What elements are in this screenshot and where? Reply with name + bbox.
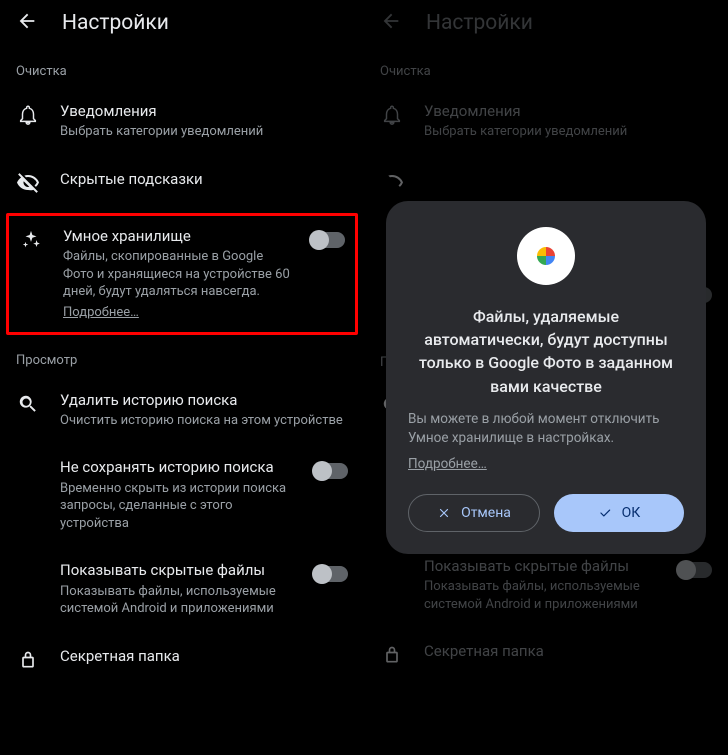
bell-icon: [380, 103, 404, 127]
row-notifications: Уведомления Выбрать категории уведомлени…: [364, 87, 728, 155]
dialog-body: Вы можете в любой момент отключить Умное…: [408, 410, 684, 453]
row-notifications[interactable]: Уведомления Выбрать категории уведомлени…: [0, 87, 364, 155]
dialog: Файлы, удаляемые автоматически, будут до…: [386, 201, 706, 554]
dialog-link[interactable]: Подробнее…: [408, 456, 487, 472]
secret-folder-title: Секретная папка: [60, 646, 348, 666]
dialog-title: Файлы, удаляемые автоматически, будут до…: [408, 301, 684, 410]
row-no-save-search[interactable]: Не сохранять историю поиска Временно скр…: [0, 443, 364, 546]
screen-right: Настройки Очистка Уведомления Выбрать ка…: [364, 0, 728, 755]
bell-icon: [16, 103, 40, 127]
clear-search-sub: Очистить историю поиска на этом устройст…: [60, 412, 348, 430]
clear-search-title: Удалить историю поиска: [60, 390, 348, 410]
spacer-icon: [380, 558, 404, 582]
row-show-hidden: Показывать скрытые файлы Показывать файл…: [364, 542, 728, 627]
show-hidden-sub: Показывать файлы, используемые системой …: [424, 578, 658, 613]
spacer-icon: [16, 459, 40, 483]
hidden-hints-title: Скрытые подсказки: [60, 169, 348, 189]
google-photos-logo: [408, 221, 684, 301]
highlight-smart-storage: Умное хранилище Файлы, скопированные в G…: [6, 213, 358, 335]
show-hidden-title: Показывать скрытые файлы: [424, 556, 658, 576]
page-title: Настройки: [426, 11, 533, 35]
notifications-title: Уведомления: [424, 101, 712, 121]
eye-off-icon: [16, 171, 40, 195]
section-cleanup-header: Очистка: [364, 50, 728, 87]
ok-button[interactable]: ОК: [554, 494, 684, 532]
row-hidden-hints[interactable]: Скрытые подсказки: [0, 155, 364, 209]
dialog-actions: Отмена ОК: [408, 494, 684, 532]
search-icon: [16, 392, 40, 416]
eye-off-icon: [380, 171, 404, 195]
screen-left: Настройки Очистка Уведомления Выбрать ка…: [0, 0, 364, 755]
lock-icon: [16, 648, 40, 672]
header: Настройки: [0, 0, 364, 50]
lock-icon: [380, 643, 404, 667]
show-hidden-toggle[interactable]: [314, 566, 348, 582]
notifications-title: Уведомления: [60, 101, 348, 121]
show-hidden-toggle: [678, 562, 712, 578]
secret-folder-title: Секретная папка: [424, 641, 712, 661]
cancel-label: Отмена: [461, 505, 511, 521]
no-save-search-sub: Временно скрыть из истории поиска запрос…: [60, 480, 294, 533]
smart-storage-sub: Файлы, скопированные в Google Фото и хра…: [63, 248, 291, 301]
smart-storage-title: Умное хранилище: [63, 226, 291, 246]
spacer-icon: [16, 562, 40, 586]
page-title: Настройки: [62, 11, 169, 35]
notifications-sub: Выбрать категории уведомлений: [424, 123, 712, 141]
no-save-search-toggle[interactable]: [314, 463, 348, 479]
back-icon: [380, 10, 402, 36]
section-cleanup-header: Очистка: [0, 50, 364, 87]
notifications-sub: Выбрать категории уведомлений: [60, 123, 348, 141]
smart-storage-link[interactable]: Подробнее…: [63, 305, 139, 320]
no-save-search-title: Не сохранять историю поиска: [60, 457, 294, 477]
back-icon[interactable]: [16, 10, 38, 36]
ok-label: ОК: [622, 505, 641, 521]
row-secret-folder[interactable]: Секретная папка: [0, 632, 364, 686]
sparkle-icon: [19, 228, 43, 252]
section-browse-header: Просмотр: [0, 339, 364, 376]
cancel-button[interactable]: Отмена: [408, 494, 540, 532]
show-hidden-title: Показывать скрытые файлы: [60, 560, 294, 580]
row-clear-search[interactable]: Удалить историю поиска Очистить историю …: [0, 376, 364, 444]
header: Настройки: [364, 0, 728, 50]
smart-storage-toggle[interactable]: [311, 232, 345, 248]
row-smart-storage[interactable]: Умное хранилище Файлы, скопированные в G…: [19, 226, 345, 320]
row-show-hidden[interactable]: Показывать скрытые файлы Показывать файл…: [0, 546, 364, 631]
show-hidden-sub: Показывать файлы, используемые системой …: [60, 583, 294, 618]
row-secret-folder: Секретная папка: [364, 627, 728, 681]
